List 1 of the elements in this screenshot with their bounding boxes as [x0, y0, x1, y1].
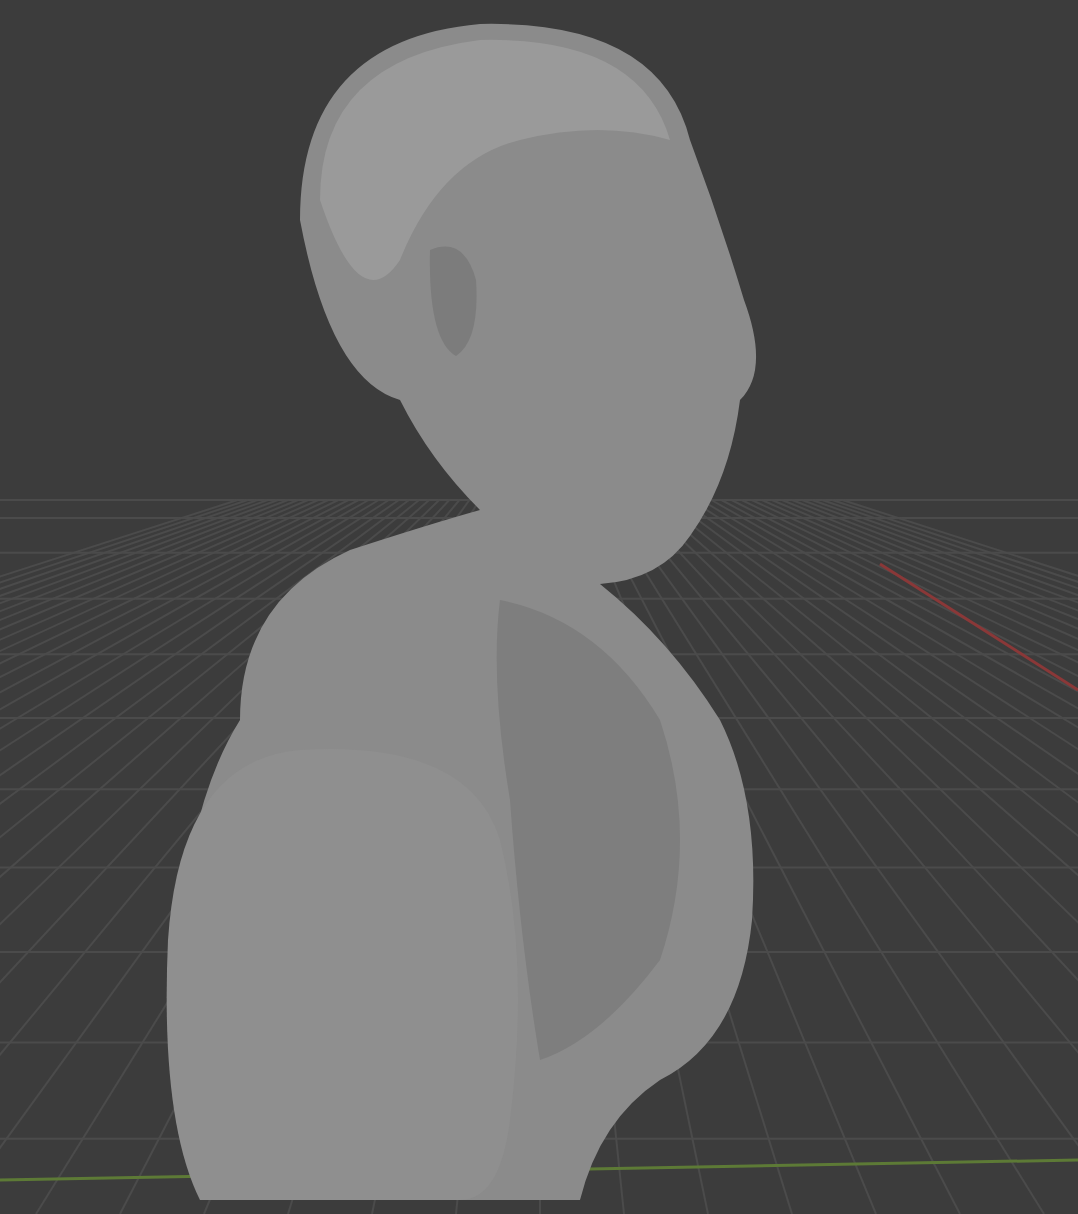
- viewport[interactable]: [0, 0, 1078, 1214]
